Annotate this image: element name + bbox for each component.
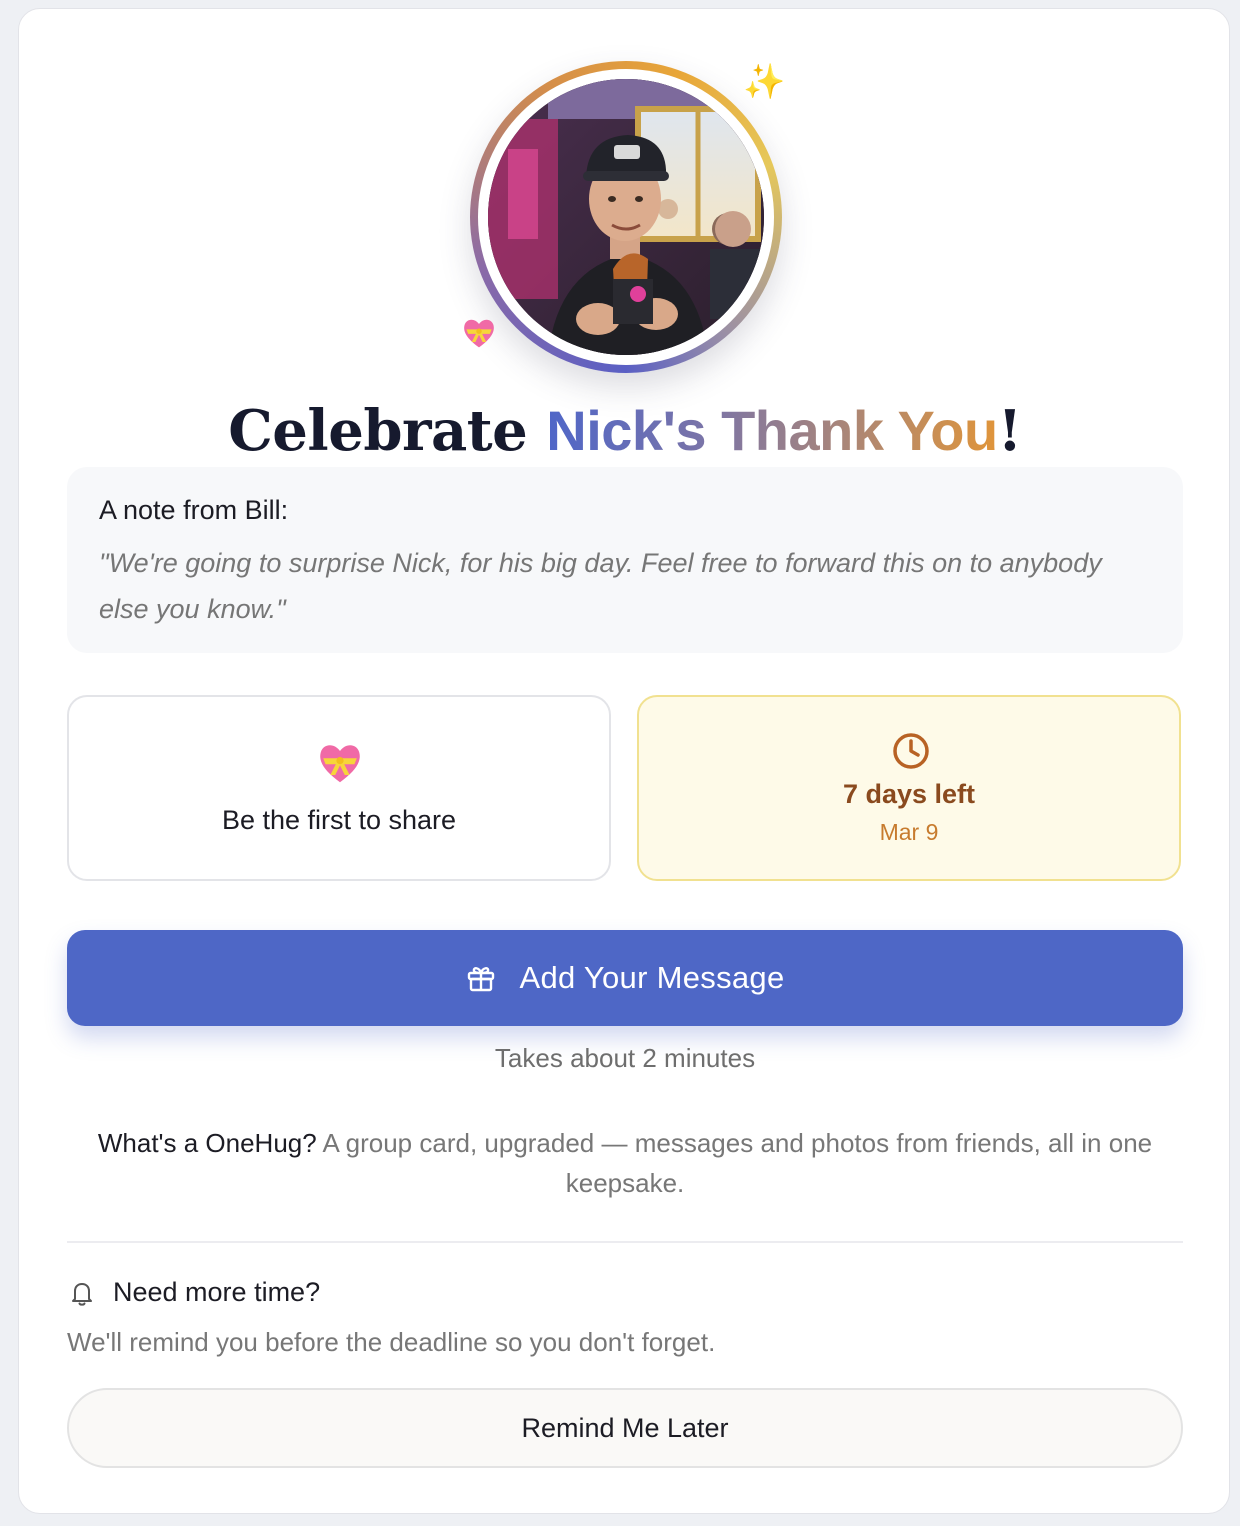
sparkles-icon: ✨ xyxy=(743,62,786,102)
heart-with-ribbon-icon xyxy=(320,745,360,783)
reminder-header: Need more time? xyxy=(67,1277,320,1308)
title-suffix: ! xyxy=(997,398,1023,464)
time-estimate: Takes about 2 minutes xyxy=(494,1043,756,1073)
deadline-box: 7 days left Mar 9 xyxy=(637,695,1181,881)
bell-icon xyxy=(72,1282,92,1306)
reminder-subtitle: We'll remind you before the deadline so … xyxy=(67,1327,716,1357)
title-prefix: Celebrate xyxy=(228,398,528,464)
gift-icon xyxy=(468,967,495,992)
clock-icon xyxy=(893,733,929,769)
avatar-photo-illustration xyxy=(488,79,764,355)
days-left: 7 days left xyxy=(842,779,976,809)
about-answer: A group card, upgraded — messages and ph… xyxy=(322,1128,1153,1198)
title-highlight: Nick's Thank You xyxy=(546,399,998,462)
about-question: What's a OneHug? xyxy=(97,1128,317,1158)
page-title: Celebrate Nick's Thank You! xyxy=(19,397,1231,466)
invitation-card: ✨ Celebrate Nick's Thank You! A note fro… xyxy=(18,8,1230,1514)
avatar-photo xyxy=(488,79,764,355)
share-status-box: Be the first to share xyxy=(67,695,611,881)
add-message-label: Add Your Message xyxy=(519,960,785,995)
reminder-title: Need more time? xyxy=(113,1277,321,1307)
divider xyxy=(67,1241,1183,1243)
heart-with-ribbon-icon xyxy=(464,319,494,348)
avatar xyxy=(470,61,782,373)
deadline-date: Mar 9 xyxy=(879,819,939,845)
note-text: "We're going to surprise Nick, for his b… xyxy=(99,548,1102,624)
about-onehug: What's a OneHug? A group card, upgraded … xyxy=(67,1123,1183,1203)
remind-me-later-button[interactable]: Remind Me Later xyxy=(67,1388,1183,1468)
share-status-label: Be the first to share xyxy=(221,805,457,835)
note-label: A note from Bill: xyxy=(99,495,289,525)
organizer-note: A note from Bill: "We're going to surpri… xyxy=(67,467,1183,653)
add-message-button[interactable]: Add Your Message xyxy=(67,930,1183,1026)
